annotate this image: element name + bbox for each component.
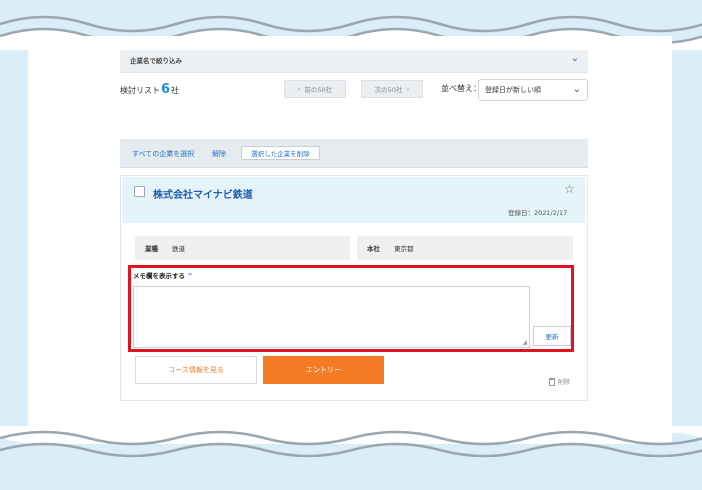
company-name-link[interactable]: 株式会社マイナビ鉄道 xyxy=(153,186,253,201)
list-count: 検討リスト6社 xyxy=(120,82,179,97)
prev-page-button[interactable]: ‹ 前の50社 xyxy=(284,80,346,98)
count-suffix: 社 xyxy=(171,86,180,95)
count-number: 6 xyxy=(161,82,171,97)
chevron-down-icon: ⌄ xyxy=(572,84,581,95)
hq-label: 本社 xyxy=(367,245,380,253)
sort-label: 並べ替え： xyxy=(441,84,481,93)
entry-button[interactable]: エントリー xyxy=(263,356,384,384)
headquarters-info: 本社 東京都 xyxy=(357,236,573,260)
delete-button[interactable]: 削除 xyxy=(549,377,570,386)
bottom-wave-border xyxy=(0,426,702,458)
hq-value: 東京都 xyxy=(394,245,414,253)
sort-select[interactable]: 登録日が新しい順 ⌄ xyxy=(478,79,588,101)
sort-value: 登録日が新しい順 xyxy=(485,86,541,94)
next-page-button[interactable]: 次の50社 › xyxy=(361,80,423,98)
chevron-right-icon: › xyxy=(406,85,410,93)
highlight-box xyxy=(128,265,574,352)
select-all-link[interactable]: すべての企業を選択 xyxy=(132,149,194,159)
industry-info: 業種 鉄道 xyxy=(135,236,350,260)
next-page-label: 次の50社 xyxy=(374,86,403,94)
star-icon[interactable]: ☆ xyxy=(564,182,575,196)
company-checkbox[interactable] xyxy=(134,186,145,197)
prev-page-label: 前の50社 xyxy=(304,86,333,94)
trash-icon xyxy=(549,377,555,386)
registration-date: 登録日：2021/2/17 xyxy=(508,209,568,217)
bulk-action-bar: すべての企業を選択 解除 選択した企業を削除 xyxy=(120,139,588,168)
industry-label: 業種 xyxy=(145,245,158,253)
filter-label: 企業名で絞り込み xyxy=(130,57,182,65)
count-prefix: 検討リスト xyxy=(120,86,160,95)
chevron-left-icon: ‹ xyxy=(297,85,301,93)
chevron-down-icon[interactable]: ⌄ xyxy=(571,53,579,64)
unselect-link[interactable]: 解除 xyxy=(212,149,226,159)
delete-label: 削除 xyxy=(558,379,571,386)
company-filter-bar[interactable]: 企業名で絞り込み ⌄ xyxy=(120,50,588,73)
course-info-button[interactable]: コース情報を見る xyxy=(135,356,257,384)
industry-value: 鉄道 xyxy=(172,245,185,253)
delete-selected-button[interactable]: 選択した企業を削除 xyxy=(241,146,320,160)
